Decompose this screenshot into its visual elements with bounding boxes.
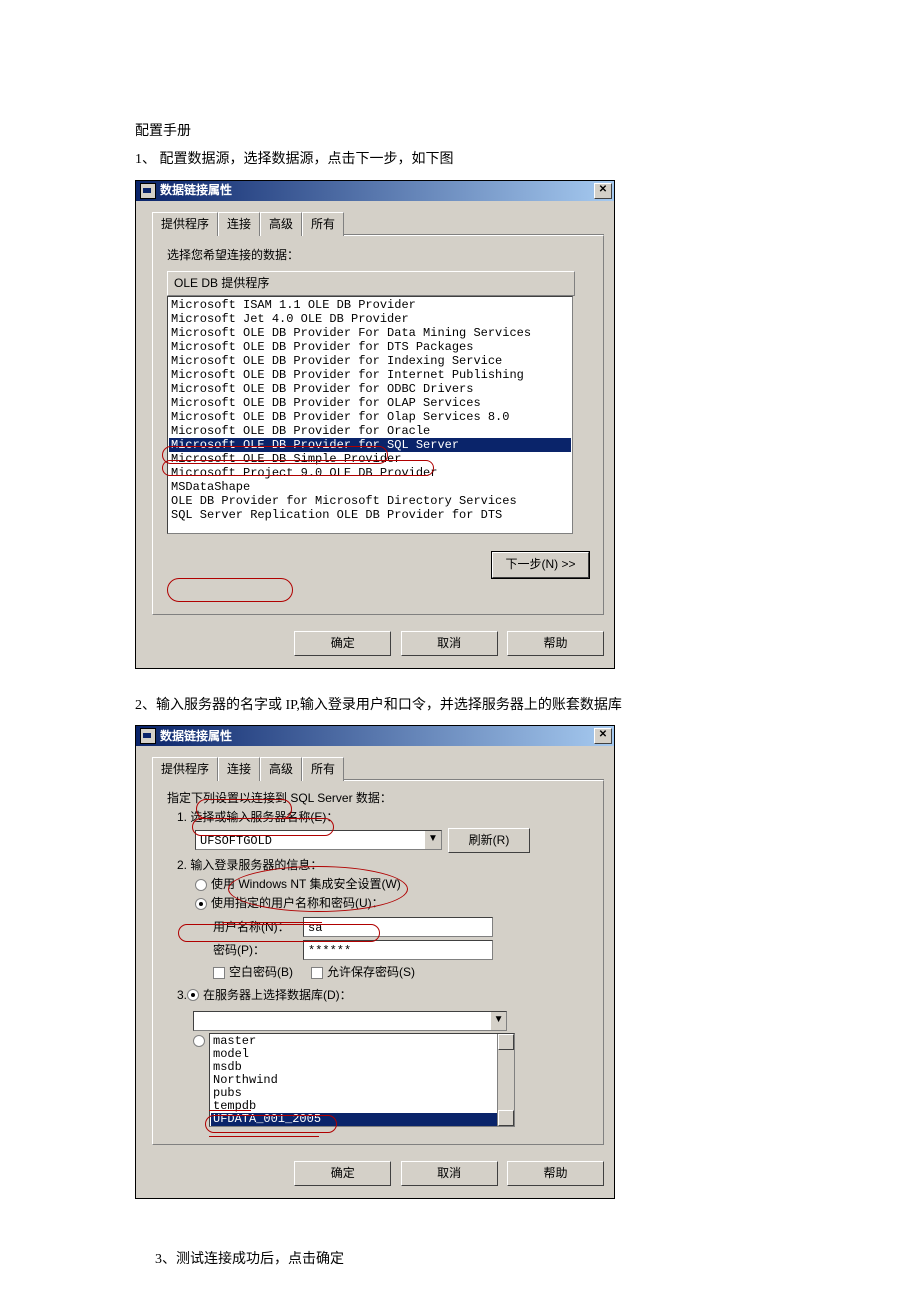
password-input[interactable]: ****** [303,940,493,960]
provider-list-item[interactable]: Microsoft OLE DB Provider for OLAP Servi… [169,396,571,410]
provider-list-item[interactable]: Microsoft OLE DB Provider for DTS Packag… [169,340,571,354]
instruction-label: 选择您希望连接的数据： [167,246,589,265]
radio-attach-database[interactable] [193,1035,205,1047]
tabs: 提供程序 连接 高级 所有 [152,211,604,235]
blank-password-checkbox[interactable] [213,967,225,979]
database-list-item[interactable]: pubs [211,1087,513,1100]
radio-select-database[interactable] [187,989,199,1001]
provider-list-item[interactable]: Microsoft Project 9.0 OLE DB Provider [169,466,571,480]
refresh-button[interactable]: 刷新(R) [448,828,530,853]
server-name-combo[interactable]: UFSOFTGOLD ▼ [195,830,442,850]
cancel-button[interactable]: 取消 [401,631,498,656]
doc-step3: 3、测试连接成功后，点击确定 [155,1249,785,1271]
provider-list-item[interactable]: Microsoft Jet 4.0 OLE DB Provider [169,312,571,326]
chevron-down-icon[interactable]: ▼ [424,831,441,849]
provider-list-item[interactable]: SQL Server Replication OLE DB Provider f… [169,508,571,522]
provider-list-item[interactable]: Microsoft OLE DB Provider for Olap Servi… [169,410,571,424]
tab-advanced[interactable]: 高级 [260,212,302,236]
provider-list-item[interactable]: Microsoft OLE DB Provider For Data Minin… [169,326,571,340]
list-header: OLE DB 提供程序 [167,271,575,296]
database-list-item[interactable]: Northwind [211,1074,513,1087]
select-database-label: 在服务器上选择数据库(D)： [203,986,352,1005]
close-icon[interactable]: ✕ [594,728,612,744]
cancel-button[interactable]: 取消 [401,1161,498,1186]
database-list-item[interactable]: master [211,1035,513,1048]
provider-listbox[interactable]: Microsoft ISAM 1.1 OLE DB ProviderMicros… [167,296,573,534]
titlebar: 数据链接属性 ✕ [136,726,614,746]
window-title: 数据链接属性 [160,181,594,200]
annotation-ufdata002-strike [209,1136,319,1137]
provider-list-item[interactable]: MSDataShape [169,480,571,494]
doc-step1: 1、 配置数据源，选择数据源，点击下一步，如下图 [135,149,785,171]
app-icon [140,728,156,744]
app-icon [140,183,156,199]
data-link-properties-dialog-1: 数据链接属性 ✕ 提供程序 连接 高级 所有 选择您希望连接的数据： OLE D… [135,180,615,669]
tab-all[interactable]: 所有 [302,212,344,236]
blank-password-label: 空白密码(B) [229,963,293,982]
radio-specified-auth[interactable]: 使用指定的用户名称和密码(U)： [195,894,593,913]
help-button[interactable]: 帮助 [507,631,604,656]
close-icon[interactable]: ✕ [594,183,612,199]
provider-list-item[interactable]: Microsoft OLE DB Provider for Indexing S… [169,354,571,368]
username-label: 用户名称(N)： [213,918,303,937]
allow-save-password-label: 允许保存密码(S) [327,963,415,982]
database-list-item[interactable]: UFDATA_002_2005 [211,1126,513,1127]
provider-list-item[interactable]: Microsoft OLE DB Provider for Internet P… [169,368,571,382]
data-link-properties-dialog-2: 数据链接属性 ✕ 提供程序 连接 高级 所有 指定下列设置以连接到 SQL Se… [135,725,615,1199]
provider-list-item[interactable]: Microsoft OLE DB Provider for Oracle [169,424,571,438]
label-login-info: 2. 输入登录服务器的信息： [177,856,593,875]
tab-all[interactable]: 所有 [302,757,344,781]
provider-list-item[interactable]: Microsoft OLE DB Provider for SQL Server [169,438,571,452]
database-list-item[interactable]: msdb [211,1061,513,1074]
ok-button[interactable]: 确定 [294,1161,391,1186]
heading: 指定下列设置以连接到 SQL Server 数据： [167,789,593,808]
doc-header: 配置手册 [135,121,785,143]
allow-save-password-checkbox[interactable] [311,967,323,979]
password-label: 密码(P)： [213,941,303,960]
label-server-name: 1. 选择或输入服务器名称(E)： [177,808,593,827]
username-input[interactable]: sa [303,917,493,937]
ok-button[interactable]: 确定 [294,631,391,656]
next-button[interactable]: 下一步(N) >> [492,552,589,577]
tab-connection[interactable]: 连接 [218,757,260,781]
chevron-down-icon[interactable]: ▼ [490,1012,506,1030]
radio-nt-auth[interactable]: 使用 Windows NT 集成安全设置(W) [195,875,593,894]
database-list-item[interactable]: UFDATA_001_2005 [211,1113,513,1126]
titlebar: 数据链接属性 ✕ [136,181,614,201]
provider-list-item[interactable]: Microsoft OLE DB Provider for ODBC Drive… [169,382,571,396]
provider-list-item[interactable]: OLE DB Provider for Microsoft Directory … [169,494,571,508]
window-title: 数据链接属性 [160,727,594,746]
provider-list-item[interactable]: Microsoft ISAM 1.1 OLE DB Provider [169,298,571,312]
tab-connection[interactable]: 连接 [218,212,260,236]
database-combo[interactable]: ▼ [193,1011,507,1031]
tab-provider[interactable]: 提供程序 [152,757,218,781]
doc-step2: 2、输入服务器的名字或 IP,输入登录用户和口令，并选择服务器上的账套数据库 [135,695,785,717]
tab-provider[interactable]: 提供程序 [152,212,218,236]
annotation-next-button [167,578,293,602]
tab-advanced[interactable]: 高级 [260,757,302,781]
database-list-item[interactable]: tempdb [211,1100,513,1113]
server-name-value: UFSOFTGOLD [196,831,424,849]
provider-list-item[interactable]: Microsoft OLE DB Simple Provider [169,452,571,466]
tabs: 提供程序 连接 高级 所有 [152,756,604,780]
help-button[interactable]: 帮助 [507,1161,604,1186]
database-value [194,1012,490,1030]
database-listbox[interactable]: mastermodelmsdbNorthwindpubstempdbUFDATA… [209,1033,515,1127]
scrollbar[interactable] [497,1034,514,1126]
database-list-item[interactable]: model [211,1048,513,1061]
